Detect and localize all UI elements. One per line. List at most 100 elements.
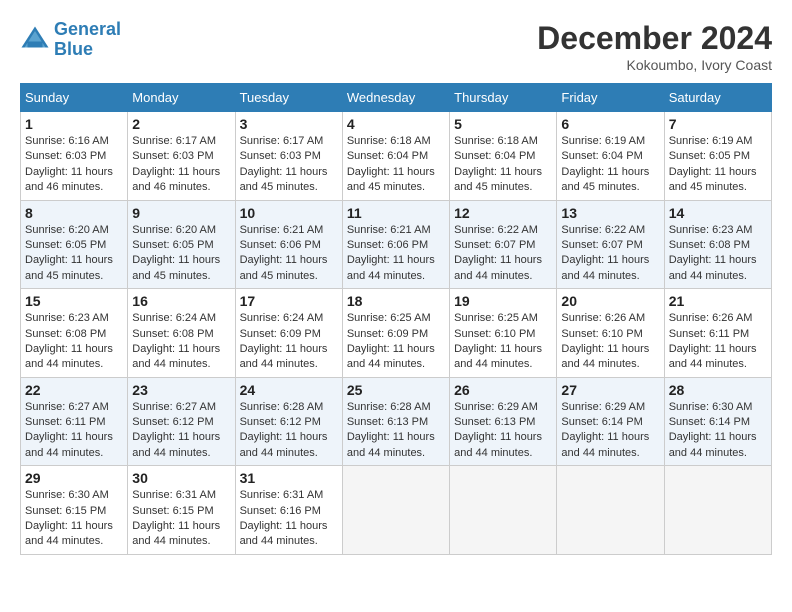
calendar-day-cell: 25 Sunrise: 6:28 AMSunset: 6:13 PMDayligh… — [342, 377, 449, 466]
day-info: Sunrise: 6:27 AMSunset: 6:12 PMDaylight:… — [132, 400, 230, 462]
weekday-header: Saturday — [664, 84, 771, 112]
day-info: Sunrise: 6:29 AMSunset: 6:13 PMDaylight:… — [454, 400, 552, 462]
day-info: Sunrise: 6:19 AMSunset: 6:04 PMDaylight:… — [561, 134, 659, 196]
day-info: Sunrise: 6:16 AMSunset: 6:03 PMDaylight:… — [25, 134, 123, 196]
calendar-day-cell: 11 Sunrise: 6:21 AMSunset: 6:06 PMDayligh… — [342, 200, 449, 289]
weekday-header: Wednesday — [342, 84, 449, 112]
logo: General Blue — [20, 20, 121, 60]
calendar-day-cell: 4 Sunrise: 6:18 AMSunset: 6:04 PMDaylight… — [342, 112, 449, 201]
logo-text: General Blue — [54, 20, 121, 60]
day-number: 31 — [240, 470, 338, 486]
day-info: Sunrise: 6:31 AMSunset: 6:16 PMDaylight:… — [240, 488, 338, 550]
calendar-day-cell: 29 Sunrise: 6:30 AMSunset: 6:15 PMDayligh… — [21, 466, 128, 555]
day-number: 17 — [240, 293, 338, 309]
day-info: Sunrise: 6:21 AMSunset: 6:06 PMDaylight:… — [347, 223, 445, 285]
calendar-day-cell: 13 Sunrise: 6:22 AMSunset: 6:07 PMDayligh… — [557, 200, 664, 289]
day-number: 30 — [132, 470, 230, 486]
calendar-day-cell: 20 Sunrise: 6:26 AMSunset: 6:10 PMDayligh… — [557, 289, 664, 378]
day-info: Sunrise: 6:21 AMSunset: 6:06 PMDaylight:… — [240, 223, 338, 285]
title-block: December 2024 Kokoumbo, Ivory Coast — [537, 20, 772, 73]
day-number: 14 — [669, 205, 767, 221]
day-info: Sunrise: 6:26 AMSunset: 6:10 PMDaylight:… — [561, 311, 659, 373]
calendar-day-cell: 30 Sunrise: 6:31 AMSunset: 6:15 PMDayligh… — [128, 466, 235, 555]
day-info: Sunrise: 6:22 AMSunset: 6:07 PMDaylight:… — [561, 223, 659, 285]
calendar-day-cell: 16 Sunrise: 6:24 AMSunset: 6:08 PMDayligh… — [128, 289, 235, 378]
calendar-day-cell: 1 Sunrise: 6:16 AMSunset: 6:03 PMDaylight… — [21, 112, 128, 201]
day-number: 9 — [132, 205, 230, 221]
weekday-header: Monday — [128, 84, 235, 112]
calendar-day-cell: 7Sunrise: 6:19 AMSunset: 6:05 PMDaylight… — [664, 112, 771, 201]
day-number: 23 — [132, 382, 230, 398]
day-number: 29 — [25, 470, 123, 486]
weekday-header: Tuesday — [235, 84, 342, 112]
calendar-day-cell: 8 Sunrise: 6:20 AMSunset: 6:05 PMDaylight… — [21, 200, 128, 289]
calendar-week-row: 1 Sunrise: 6:16 AMSunset: 6:03 PMDaylight… — [21, 112, 772, 201]
calendar-day-cell: 3Sunrise: 6:17 AMSunset: 6:03 PMDaylight… — [235, 112, 342, 201]
calendar-day-cell — [342, 466, 449, 555]
calendar-day-cell: 22 Sunrise: 6:27 AMSunset: 6:11 PMDayligh… — [21, 377, 128, 466]
calendar-day-cell: 6 Sunrise: 6:19 AMSunset: 6:04 PMDaylight… — [557, 112, 664, 201]
calendar-day-cell: 26Sunrise: 6:29 AMSunset: 6:13 PMDayligh… — [450, 377, 557, 466]
day-number: 8 — [25, 205, 123, 221]
month-title: December 2024 — [537, 20, 772, 57]
calendar-day-cell: 15Sunrise: 6:23 AMSunset: 6:08 PMDayligh… — [21, 289, 128, 378]
day-info: Sunrise: 6:18 AMSunset: 6:04 PMDaylight:… — [347, 134, 445, 196]
calendar-day-cell: 17 Sunrise: 6:24 AMSunset: 6:09 PMDayligh… — [235, 289, 342, 378]
day-number: 18 — [347, 293, 445, 309]
day-number: 6 — [561, 116, 659, 132]
day-info: Sunrise: 6:27 AMSunset: 6:11 PMDaylight:… — [25, 400, 123, 462]
calendar-day-cell: 21Sunrise: 6:26 AMSunset: 6:11 PMDayligh… — [664, 289, 771, 378]
day-number: 1 — [25, 116, 123, 132]
day-number: 12 — [454, 205, 552, 221]
day-number: 20 — [561, 293, 659, 309]
day-number: 16 — [132, 293, 230, 309]
calendar-day-cell: 24 Sunrise: 6:28 AMSunset: 6:12 PMDayligh… — [235, 377, 342, 466]
calendar-day-cell: 9Sunrise: 6:20 AMSunset: 6:05 PMDaylight… — [128, 200, 235, 289]
calendar-day-cell: 31 Sunrise: 6:31 AMSunset: 6:16 PMDayligh… — [235, 466, 342, 555]
day-info: Sunrise: 6:23 AMSunset: 6:08 PMDaylight:… — [669, 223, 767, 285]
calendar-day-cell — [557, 466, 664, 555]
day-number: 10 — [240, 205, 338, 221]
day-number: 11 — [347, 205, 445, 221]
calendar-header-row: SundayMondayTuesdayWednesdayThursdayFrid… — [21, 84, 772, 112]
day-info: Sunrise: 6:20 AMSunset: 6:05 PMDaylight:… — [25, 223, 123, 285]
day-info: Sunrise: 6:24 AMSunset: 6:08 PMDaylight:… — [132, 311, 230, 373]
calendar-day-cell — [450, 466, 557, 555]
day-info: Sunrise: 6:24 AMSunset: 6:09 PMDaylight:… — [240, 311, 338, 373]
weekday-header: Friday — [557, 84, 664, 112]
day-info: Sunrise: 6:30 AMSunset: 6:15 PMDaylight:… — [25, 488, 123, 550]
day-number: 4 — [347, 116, 445, 132]
day-info: Sunrise: 6:28 AMSunset: 6:13 PMDaylight:… — [347, 400, 445, 462]
day-number: 27 — [561, 382, 659, 398]
day-info: Sunrise: 6:25 AMSunset: 6:09 PMDaylight:… — [347, 311, 445, 373]
logo-icon — [20, 25, 50, 55]
day-info: Sunrise: 6:17 AMSunset: 6:03 PMDaylight:… — [132, 134, 230, 196]
day-info: Sunrise: 6:25 AMSunset: 6:10 PMDaylight:… — [454, 311, 552, 373]
day-number: 22 — [25, 382, 123, 398]
calendar-day-cell: 23 Sunrise: 6:27 AMSunset: 6:12 PMDayligh… — [128, 377, 235, 466]
day-info: Sunrise: 6:31 AMSunset: 6:15 PMDaylight:… — [132, 488, 230, 550]
location: Kokoumbo, Ivory Coast — [537, 57, 772, 73]
day-number: 28 — [669, 382, 767, 398]
calendar-week-row: 8 Sunrise: 6:20 AMSunset: 6:05 PMDaylight… — [21, 200, 772, 289]
calendar-table: SundayMondayTuesdayWednesdayThursdayFrid… — [20, 83, 772, 555]
calendar-day-cell: 18 Sunrise: 6:25 AMSunset: 6:09 PMDayligh… — [342, 289, 449, 378]
day-number: 13 — [561, 205, 659, 221]
page-header: General Blue December 2024 Kokoumbo, Ivo… — [20, 20, 772, 73]
calendar-day-cell: 12Sunrise: 6:22 AMSunset: 6:07 PMDayligh… — [450, 200, 557, 289]
day-info: Sunrise: 6:28 AMSunset: 6:12 PMDaylight:… — [240, 400, 338, 462]
day-number: 21 — [669, 293, 767, 309]
calendar-day-cell: 14 Sunrise: 6:23 AMSunset: 6:08 PMDayligh… — [664, 200, 771, 289]
calendar-week-row: 15Sunrise: 6:23 AMSunset: 6:08 PMDayligh… — [21, 289, 772, 378]
day-number: 3 — [240, 116, 338, 132]
calendar-day-cell: 27Sunrise: 6:29 AMSunset: 6:14 PMDayligh… — [557, 377, 664, 466]
day-number: 7 — [669, 116, 767, 132]
day-info: Sunrise: 6:30 AMSunset: 6:14 PMDaylight:… — [669, 400, 767, 462]
day-number: 19 — [454, 293, 552, 309]
calendar-day-cell: 28 Sunrise: 6:30 AMSunset: 6:14 PMDayligh… — [664, 377, 771, 466]
calendar-day-cell — [664, 466, 771, 555]
day-number: 2 — [132, 116, 230, 132]
day-number: 25 — [347, 382, 445, 398]
calendar-day-cell: 10 Sunrise: 6:21 AMSunset: 6:06 PMDayligh… — [235, 200, 342, 289]
day-number: 24 — [240, 382, 338, 398]
